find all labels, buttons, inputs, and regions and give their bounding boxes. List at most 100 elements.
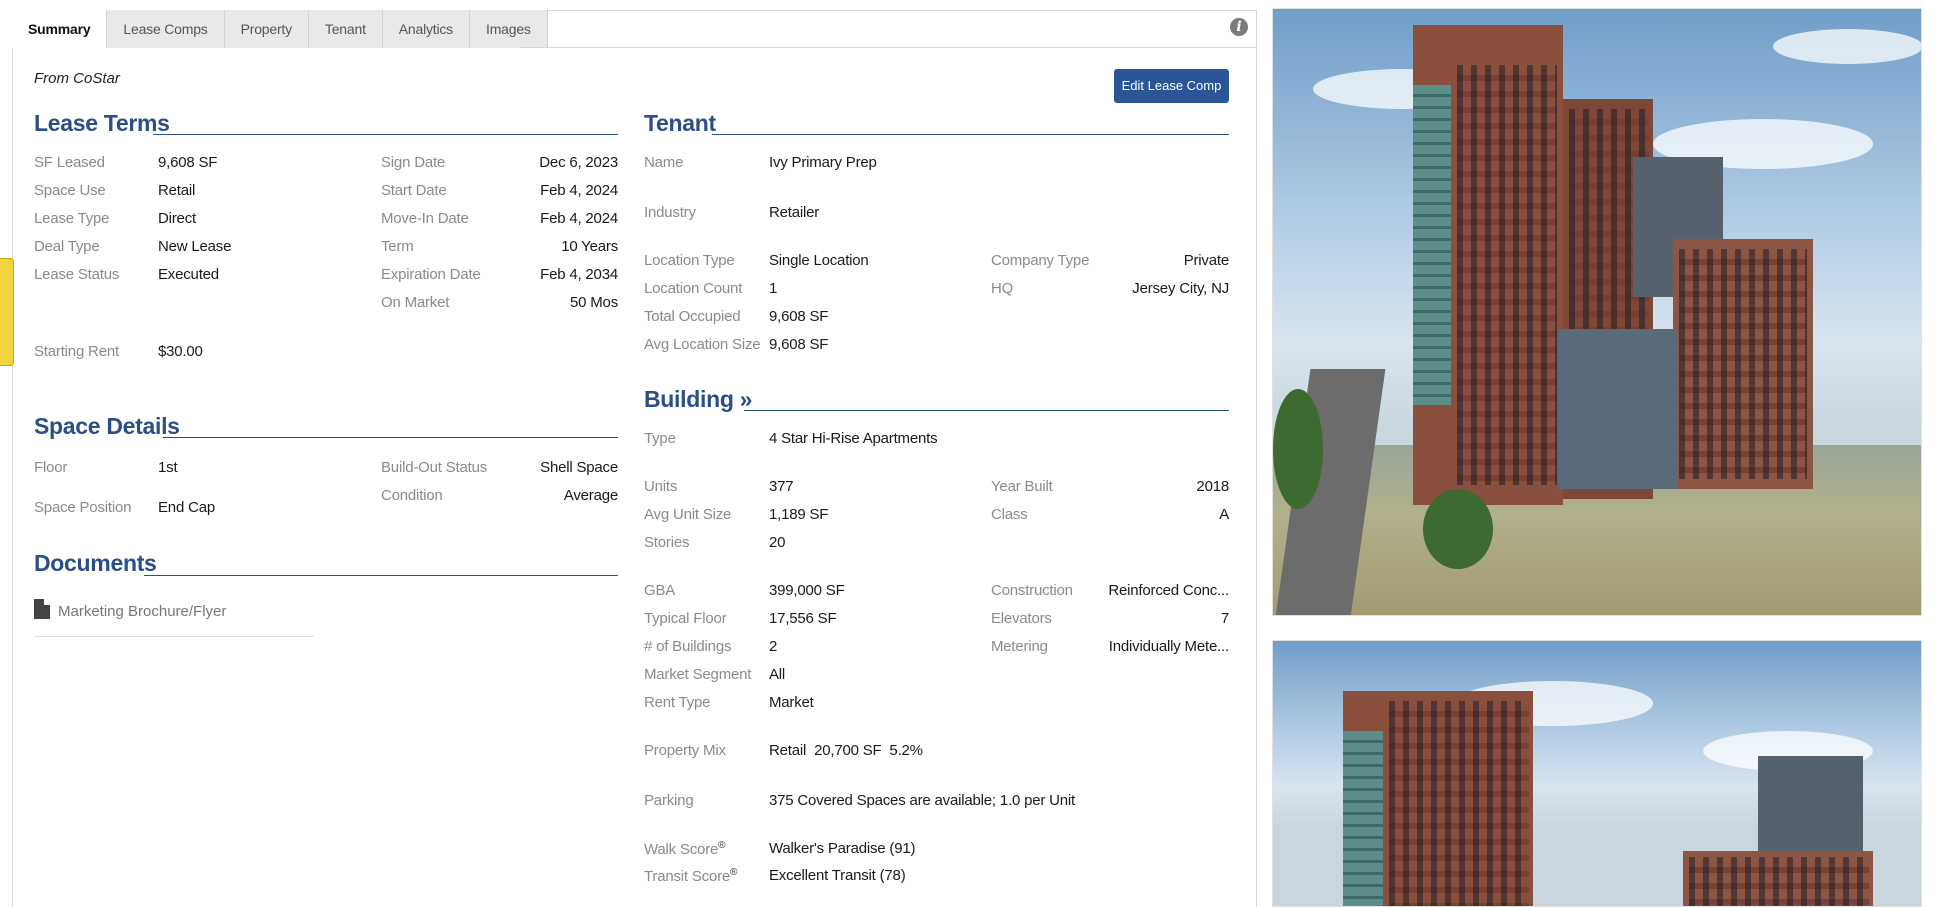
glass-column [1343,731,1383,906]
building-type-label: Type [644,430,676,447]
sign-date-label: Sign Date [381,154,446,171]
metering-label: Metering [991,638,1048,655]
property-mix-label: Property Mix [644,742,726,759]
move-in-date-label: Move-In Date [381,210,469,227]
num-buildings-label: # of Buildings [644,638,732,655]
construction-label: Construction [991,582,1073,599]
pdf-icon [34,599,50,619]
documents-underline [144,575,618,576]
stories-label: Stories [644,534,690,551]
lease-comp-summary-page: Summary Lease Comps Property Tenant Anal… [0,0,1938,907]
avg-location-size-label: Avg Location Size [644,336,761,353]
building-photo-primary[interactable] [1272,8,1922,616]
avg-unit-size-value: 1,189 SF [769,506,829,523]
elevators-value: 7 [1220,610,1229,627]
avg-location-size-value: 9,608 SF [769,336,829,353]
move-in-date-value: Feb 4, 2024 [540,210,618,227]
gba-value: 399,000 SF [769,582,845,599]
tenant-title: Tenant [644,110,716,136]
walk-score-label-text: Walk Score [644,841,719,858]
transit-score-registered-mark: ® [730,867,738,878]
tab-property[interactable]: Property [224,10,309,48]
lease-type-label: Lease Type [34,210,110,227]
industry-label: Industry [644,204,696,221]
parking-label: Parking [644,792,694,809]
rent-type-label: Rent Type [644,694,711,711]
sf-leased-value: 9,608 SF [158,154,218,171]
avg-unit-size-label: Avg Unit Size [644,506,732,523]
walk-score-value[interactable]: Walker's Paradise (91) [769,840,915,857]
floor-label: Floor [34,459,68,476]
window-grid [1689,857,1869,906]
tab-divider [520,47,1257,48]
location-count-label: Location Count [644,280,743,297]
year-built-label: Year Built [991,478,1053,495]
side-tab-icon[interactable] [0,258,14,366]
space-details-title: Space Details [34,413,180,439]
photo-midrise [1673,239,1813,489]
photo-midrise [1683,851,1873,906]
building-type-value: 4 Star Hi-Rise Apartments [769,430,938,447]
building-photo-secondary[interactable] [1272,640,1922,907]
documents-divider [34,636,314,637]
marketing-brochure-link[interactable]: Marketing Brochure/Flyer [58,603,226,620]
photo-tower [1343,691,1533,906]
photo-lowrise [1558,329,1678,489]
sign-date-value: Dec 6, 2023 [539,154,618,171]
on-market-label: On Market [381,294,450,311]
total-occupied-value: 9,608 SF [769,308,829,325]
tab-images[interactable]: Images [470,10,548,48]
elevators-label: Elevators [991,610,1052,627]
walk-score-label: Walk Score® [644,840,726,858]
location-type-value: Single Location [769,252,869,269]
source-label: From CoStar [34,70,120,87]
condition-value: Average [563,487,618,504]
class-label: Class [991,506,1028,523]
market-segment-value: All [769,666,786,683]
tab-summary[interactable]: Summary [12,10,108,48]
documents-title: Documents [34,550,157,576]
total-occupied-label: Total Occupied [644,308,741,325]
deal-type-label: Deal Type [34,238,100,255]
space-position-label: Space Position [34,499,132,516]
hq-value: Jersey City, NJ [1132,280,1229,297]
metering-value: Individually Mete... [1108,638,1229,655]
on-market-value: 50 Mos [570,294,618,311]
gba-label: GBA [644,582,676,599]
lease-status-value: Executed [158,266,219,283]
property-mix-value: Retail 20,700 SF 5.2% [769,742,923,759]
industry-value: Retailer [769,204,820,221]
condition-label: Condition [381,487,443,504]
tab-lease-comps[interactable]: Lease Comps [107,10,225,48]
cloud [1773,29,1921,64]
company-type-value: Private [1183,252,1229,269]
rent-type-value: Market [769,694,814,711]
tenant-name-label: Name [644,154,684,171]
typical-floor-label: Typical Floor [644,610,727,627]
photo-tower [1413,25,1563,505]
walk-score-registered-mark: ® [718,840,726,851]
edit-lease-comp-button[interactable]: Edit Lease Comp [1114,69,1229,103]
space-use-value: Retail [158,182,196,199]
parking-value: 375 Covered Spaces are available; 1.0 pe… [769,792,1075,809]
building-title-link[interactable]: Building » [644,386,752,413]
build-out-status-label: Build-Out Status [381,459,488,476]
company-type-label: Company Type [991,252,1090,269]
starting-rent-value: $30.00 [158,343,203,360]
glass-column [1413,85,1451,405]
transit-score-label: Transit Score® [644,867,737,885]
units-label: Units [644,478,678,495]
tree [1273,389,1323,509]
window-grid [1679,249,1807,479]
tab-analytics[interactable]: Analytics [382,10,470,48]
tab-tenant[interactable]: Tenant [308,10,383,48]
build-out-status-value: Shell Space [540,459,618,476]
class-value: A [1219,506,1229,523]
tenant-underline [712,134,1229,135]
location-count-value: 1 [769,280,778,297]
transit-score-value[interactable]: Excellent Transit (78) [769,867,906,884]
num-buildings-value: 2 [769,638,778,655]
info-icon[interactable]: i [1230,18,1248,36]
location-type-label: Location Type [644,252,735,269]
hq-label: HQ [991,280,1014,297]
